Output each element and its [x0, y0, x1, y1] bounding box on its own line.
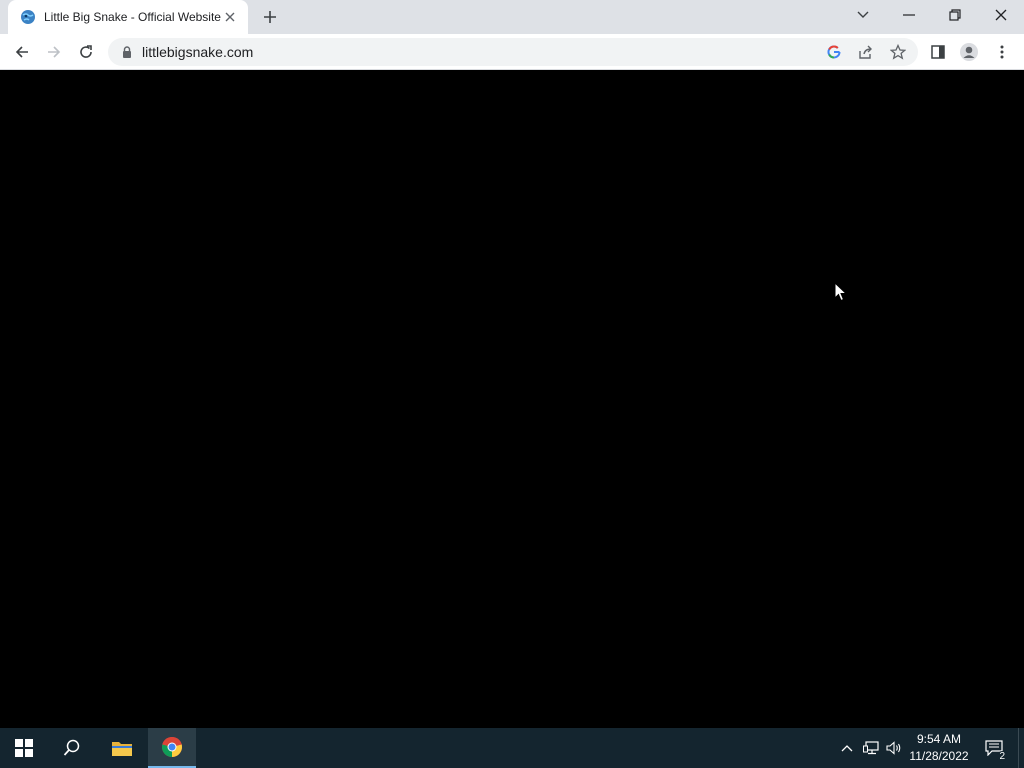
close-window-icon[interactable] — [978, 0, 1024, 30]
profile-avatar-icon[interactable] — [957, 40, 981, 64]
tab-active[interactable]: Little Big Snake - Official Website — [8, 0, 248, 34]
bookmark-star-icon[interactable] — [886, 40, 910, 64]
volume-icon[interactable] — [884, 728, 904, 768]
tab-search-icon[interactable] — [840, 0, 886, 30]
address-url: littlebigsnake.com — [142, 44, 254, 60]
tab-strip: Little Big Snake - Official Website — [0, 0, 1024, 34]
web-page-content[interactable] — [0, 71, 1024, 728]
lock-icon[interactable] — [120, 45, 134, 59]
address-bar[interactable]: littlebigsnake.com — [108, 38, 918, 66]
reload-icon[interactable] — [72, 38, 100, 66]
back-arrow-icon[interactable] — [8, 38, 36, 66]
share-icon[interactable] — [854, 40, 878, 64]
mouse-cursor-icon — [834, 282, 848, 302]
tab-title: Little Big Snake - Official Website — [44, 10, 221, 24]
clock[interactable]: 9:54 AM 11/28/2022 — [904, 731, 974, 765]
forward-arrow-icon[interactable] — [40, 38, 68, 66]
windows-start-icon[interactable] — [0, 728, 48, 768]
restore-icon[interactable] — [932, 0, 978, 30]
kebab-menu-icon[interactable] — [990, 40, 1014, 64]
minimize-icon[interactable] — [886, 0, 932, 30]
file-explorer-icon[interactable] — [98, 728, 146, 768]
tab-close-icon[interactable] — [222, 9, 238, 25]
chevron-up-icon[interactable] — [838, 728, 856, 768]
new-tab-icon[interactable] — [258, 6, 282, 28]
clock-date: 11/28/2022 — [909, 749, 969, 763]
show-desktop-button[interactable] — [1018, 728, 1024, 768]
notification-count: 2 — [997, 751, 1007, 762]
google-lens-icon[interactable] — [822, 40, 846, 64]
clock-time: 9:54 AM — [916, 732, 962, 746]
taskbar: 9:54 AM 11/28/2022 2 — [0, 728, 1024, 768]
side-panel-icon[interactable] — [926, 40, 950, 64]
chrome-taskbar-icon[interactable] — [148, 728, 196, 768]
browser-toolbar: littlebigsnake.com — [0, 34, 1024, 70]
search-icon[interactable] — [48, 728, 96, 768]
notification-center-icon[interactable]: 2 — [978, 728, 1010, 768]
globe-favicon-icon — [20, 9, 36, 25]
network-icon[interactable] — [860, 728, 882, 768]
